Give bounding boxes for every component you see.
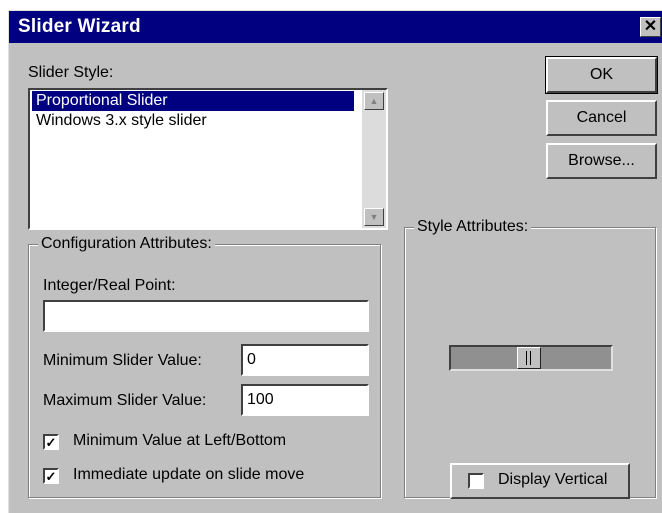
- arrow-down-icon: ▼: [369, 212, 379, 222]
- thumb-grip: [530, 351, 531, 365]
- scroll-up-button[interactable]: ▲: [364, 92, 384, 110]
- slider-style-label: Slider Style:: [28, 64, 114, 81]
- max-slider-value-label: Maximum Slider Value:: [43, 392, 207, 409]
- title-bar[interactable]: Slider Wizard ✕: [9, 11, 662, 43]
- min-slider-value-label: Minimum Slider Value:: [43, 352, 202, 369]
- display-vertical-label: Display Vertical: [498, 471, 608, 488]
- integer-real-point-field[interactable]: [43, 300, 369, 332]
- thumb-grip: [526, 351, 527, 365]
- immediate-update-checkbox[interactable]: ✓: [43, 468, 59, 484]
- browse-button[interactable]: Browse...: [546, 143, 657, 179]
- arrow-up-icon: ▲: [369, 96, 379, 106]
- list-item-windows-3x-slider[interactable]: Windows 3.x style slider: [32, 111, 211, 131]
- configuration-attributes-title: Configuration Attributes:: [38, 235, 215, 253]
- close-icon: ✕: [643, 18, 658, 35]
- max-slider-value-field[interactable]: [241, 384, 369, 416]
- min-value-left-bottom-checkbox[interactable]: ✓: [43, 434, 59, 450]
- display-vertical-checkbox[interactable]: [468, 473, 484, 489]
- cancel-button[interactable]: Cancel: [546, 100, 657, 136]
- min-value-left-bottom-label[interactable]: Minimum Value at Left/Bottom: [73, 432, 286, 450]
- listbox-scrollbar[interactable]: ▲ ▼: [362, 90, 386, 228]
- slider-preview-track[interactable]: [449, 345, 613, 371]
- list-item-proportional-slider[interactable]: Proportional Slider: [32, 91, 354, 111]
- slider-preview-thumb[interactable]: [517, 347, 541, 369]
- min-slider-value-field[interactable]: [241, 344, 369, 376]
- close-button[interactable]: ✕: [640, 17, 661, 37]
- checkmark-icon: ✓: [45, 435, 57, 450]
- dialog-title: Slider Wizard: [18, 16, 141, 37]
- ok-button[interactable]: OK: [545, 56, 658, 94]
- style-attributes-title: Style Attributes:: [414, 218, 532, 236]
- scroll-down-button[interactable]: ▼: [364, 208, 384, 226]
- checkmark-icon: ✓: [45, 469, 57, 484]
- slider-style-listbox[interactable]: Proportional Slider Windows 3.x style sl…: [28, 88, 388, 230]
- display-vertical-toggle[interactable]: Display Vertical: [450, 463, 630, 499]
- integer-real-point-label: Integer/Real Point:: [43, 277, 176, 294]
- slider-wizard-dialog: Slider Wizard ✕ Slider Style: Proportion…: [8, 10, 662, 513]
- immediate-update-label[interactable]: Immediate update on slide move: [73, 466, 304, 484]
